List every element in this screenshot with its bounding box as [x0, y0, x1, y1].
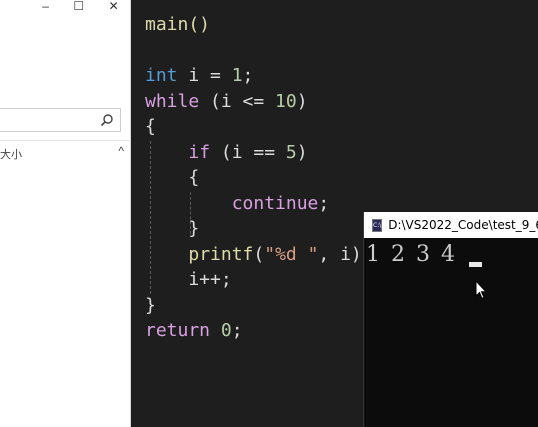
code-line[interactable]: } [145, 293, 373, 319]
code-token: i = [177, 65, 232, 86]
code-line[interactable]: { [145, 114, 373, 140]
code-token: (i <= [199, 90, 276, 112]
divider [0, 140, 131, 141]
chevron-up-icon[interactable]: ^ [118, 144, 124, 158]
code-token: { [145, 167, 200, 188]
code-line[interactable]: main() [145, 12, 373, 38]
code-token: ; [318, 192, 330, 214]
code-text[interactable]: main() int i = 1; while (i <= 10){ if (i … [145, 12, 373, 344]
code-token: ( [253, 243, 265, 265]
code-token: if [188, 141, 211, 163]
code-token: 10 [275, 90, 297, 112]
code-token: continue [231, 192, 319, 214]
maximize-button[interactable]: ☐ [73, 0, 84, 12]
code-token: 5 [285, 141, 297, 163]
window-controls: – ☐ ✕ [30, 0, 131, 12]
code-token: } [145, 294, 156, 316]
code-line[interactable]: return 0; [145, 318, 373, 344]
console-titlebar[interactable]: C:\ D:\VS2022_Code\test_9_6 [364, 212, 538, 238]
code-line[interactable]: i++; [145, 267, 373, 293]
code-token: { [145, 116, 156, 137]
console-output: 1 2 3 4 [366, 242, 457, 267]
search-icon[interactable] [100, 113, 114, 127]
column-header-size[interactable]: 大小 [0, 146, 22, 162]
code-token: while [145, 90, 200, 112]
code-line[interactable] [145, 38, 373, 64]
file-explorer-panel: – ☐ ✕ 大小 ^ [0, 0, 131, 427]
console-window[interactable]: C:\ D:\VS2022_Code\test_9_6 1 2 3 4 [363, 212, 538, 427]
code-token: printf [188, 243, 254, 265]
code-token: return [145, 320, 211, 341]
code-line[interactable]: while (i <= 10) [145, 89, 373, 115]
code-line[interactable]: } [145, 216, 373, 242]
search-input[interactable] [0, 108, 121, 132]
code-token: "%d " [264, 243, 319, 265]
code-token: (i == [210, 141, 286, 163]
close-button[interactable]: ✕ [109, 0, 119, 12]
code-line[interactable]: int i = 1; [145, 63, 373, 89]
code-line[interactable]: printf("%d ", i); [145, 242, 372, 268]
code-token: ; [231, 320, 243, 341]
code-token: 1 [231, 65, 243, 86]
mouse-pointer-icon [475, 280, 487, 300]
code-token: int [145, 65, 178, 86]
code-line[interactable]: { [145, 165, 373, 191]
code-line[interactable]: continue; [145, 191, 373, 217]
code-token: ) [296, 141, 308, 163]
code-token: } [145, 218, 200, 239]
code-line[interactable]: if (i == 5) [145, 140, 373, 166]
code-token: main() [145, 14, 211, 35]
code-token: ; [242, 65, 254, 86]
code-token: i++; [145, 269, 232, 290]
console-title: D:\VS2022_Code\test_9_6 [388, 218, 538, 232]
console-app-icon: C:\ [372, 218, 383, 232]
minimize-button[interactable]: – [42, 0, 49, 12]
code-token: 0 [220, 320, 232, 341]
console-caret [469, 262, 482, 267]
code-token: ) [296, 90, 308, 112]
